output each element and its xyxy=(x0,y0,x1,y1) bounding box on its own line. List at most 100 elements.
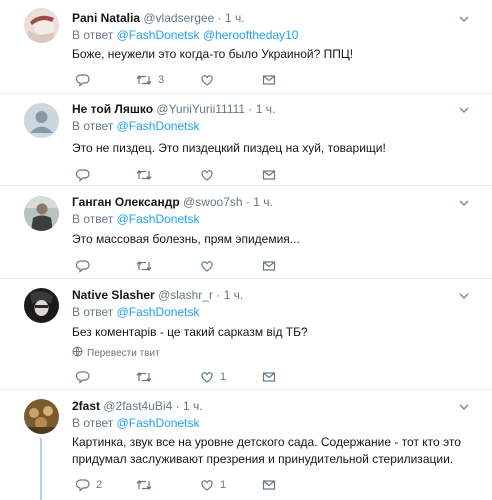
tweet[interactable]: Не той Ляшко @YuriiYurii11111 · 1 ч. В о… xyxy=(0,94,492,186)
heart-icon xyxy=(200,168,214,182)
timestamp[interactable]: 1 ч. xyxy=(256,102,276,116)
message-icon xyxy=(262,370,276,384)
chevron-down-icon[interactable] xyxy=(458,196,470,208)
reply-icon xyxy=(76,370,90,384)
tweet-header: 2fast @2fast4uBi4 · 1 ч. xyxy=(72,399,203,414)
username[interactable]: @vladsergee xyxy=(143,11,214,25)
avatar[interactable] xyxy=(24,288,59,323)
tweet-header: Pani Natalia @vladsergee · 1 ч. xyxy=(72,11,245,26)
chevron-down-icon[interactable] xyxy=(458,12,470,24)
tweet-header: Native Slasher @slashr_r · 1 ч. xyxy=(72,288,243,303)
retweet-count: 3 xyxy=(158,74,165,86)
retweet-button[interactable] xyxy=(136,367,158,387)
timestamp[interactable]: 1 ч. xyxy=(224,288,244,302)
separator: · xyxy=(216,288,221,302)
username[interactable]: @slashr_r xyxy=(158,288,213,302)
message-button[interactable] xyxy=(262,256,276,276)
reply-button[interactable] xyxy=(76,165,96,185)
message-button[interactable] xyxy=(262,475,276,495)
reply-prefix: В ответ xyxy=(72,28,114,42)
reply-prefix: В ответ xyxy=(72,305,114,319)
retweet-button[interactable] xyxy=(136,256,158,276)
tweet-text: Без коментарів - це такий сарказм від ТБ… xyxy=(72,325,308,339)
like-button[interactable] xyxy=(200,70,220,90)
action-bar: 2 1 xyxy=(72,475,302,495)
retweet-icon xyxy=(136,259,152,273)
action-bar: 3 xyxy=(72,70,302,90)
message-icon xyxy=(262,259,276,273)
mention-link[interactable]: @FashDonetsk xyxy=(117,305,200,319)
retweet-icon xyxy=(136,478,152,492)
reply-context: В ответ @FashDonetsk xyxy=(72,416,200,431)
action-bar xyxy=(72,256,302,276)
message-icon xyxy=(262,478,276,492)
mention-link[interactable]: @FashDonetsk xyxy=(117,119,200,133)
reply-context: В ответ @FashDonetsk xyxy=(72,119,200,134)
like-count: 1 xyxy=(220,479,227,491)
username[interactable]: @YuriiYurii11111 xyxy=(156,102,245,116)
reply-button[interactable]: 2 xyxy=(76,475,102,495)
reply-context: В ответ @FashDonetsk xyxy=(72,305,200,320)
message-button[interactable] xyxy=(262,367,276,387)
tweet-header: Ганган Олександр @swoo7sh · 1 ч. xyxy=(72,195,273,210)
message-icon xyxy=(262,168,276,182)
separator: · xyxy=(248,102,253,116)
tweet[interactable]: Ганган Олександр @swoo7sh · 1 ч. В ответ… xyxy=(0,186,492,279)
avatar[interactable] xyxy=(24,196,59,231)
chevron-down-icon[interactable] xyxy=(458,289,470,301)
reply-context: В ответ @FashDonetsk xyxy=(72,212,200,227)
timestamp[interactable]: 1 ч. xyxy=(225,11,245,25)
tweet-text: Это не пиздец. Это пиздецкий пиздец на х… xyxy=(72,141,386,155)
display-name[interactable]: 2fast xyxy=(72,399,100,413)
avatar[interactable] xyxy=(24,103,59,138)
tweet[interactable]: 2fast @2fast4uBi4 · 1 ч. В ответ @FashDo… xyxy=(0,390,492,500)
mention-link[interactable]: @herooftheday10 xyxy=(203,28,299,42)
mention-link[interactable]: @FashDonetsk xyxy=(117,212,200,226)
reply-button[interactable] xyxy=(76,70,96,90)
chevron-down-icon[interactable] xyxy=(458,400,470,412)
retweet-icon xyxy=(136,168,152,182)
reply-prefix: В ответ xyxy=(72,119,114,133)
message-button[interactable] xyxy=(262,165,276,185)
translate-link[interactable]: Перевести твит xyxy=(72,346,160,360)
retweet-button[interactable] xyxy=(136,165,158,185)
avatar[interactable] xyxy=(24,399,59,434)
display-name[interactable]: Не той Ляшко xyxy=(72,102,153,116)
message-icon xyxy=(262,73,276,87)
separator: · xyxy=(245,195,250,209)
display-name[interactable]: Ганган Олександр xyxy=(72,195,180,209)
reply-button[interactable] xyxy=(76,367,96,387)
mention-link[interactable]: @FashDonetsk xyxy=(117,416,200,430)
like-count: 1 xyxy=(220,371,227,383)
display-name[interactable]: Pani Natalia xyxy=(72,11,140,25)
heart-icon xyxy=(200,73,214,87)
chevron-down-icon[interactable] xyxy=(458,103,470,115)
reply-icon xyxy=(76,168,90,182)
tweet[interactable]: Pani Natalia @vladsergee · 1 ч. В ответ … xyxy=(0,0,492,94)
reply-count: 2 xyxy=(96,479,103,491)
like-button[interactable]: 1 xyxy=(200,367,226,387)
like-button[interactable] xyxy=(200,165,220,185)
translate-label: Перевести твит xyxy=(87,347,160,359)
action-bar: 1 xyxy=(72,367,302,387)
retweet-button[interactable]: 3 xyxy=(136,70,164,90)
timestamp[interactable]: 1 ч. xyxy=(183,399,203,413)
username[interactable]: @swoo7sh xyxy=(183,195,243,209)
display-name[interactable]: Native Slasher xyxy=(72,288,155,302)
reply-icon xyxy=(76,478,90,492)
reply-prefix: В ответ xyxy=(72,416,114,430)
tweet[interactable]: Native Slasher @slashr_r · 1 ч. В ответ … xyxy=(0,279,492,390)
globe-icon xyxy=(72,346,83,360)
like-button[interactable]: 1 xyxy=(200,475,226,495)
message-button[interactable] xyxy=(262,70,276,90)
timestamp[interactable]: 1 ч. xyxy=(253,195,273,209)
separator: · xyxy=(217,11,222,25)
like-button[interactable] xyxy=(200,256,220,276)
mention-link[interactable]: @FashDonetsk xyxy=(117,28,200,42)
retweet-icon xyxy=(136,73,152,87)
reply-button[interactable] xyxy=(76,256,96,276)
avatar[interactable] xyxy=(24,8,59,43)
username[interactable]: @2fast4uBi4 xyxy=(103,399,172,413)
retweet-button[interactable] xyxy=(136,475,158,495)
retweet-icon xyxy=(136,370,152,384)
